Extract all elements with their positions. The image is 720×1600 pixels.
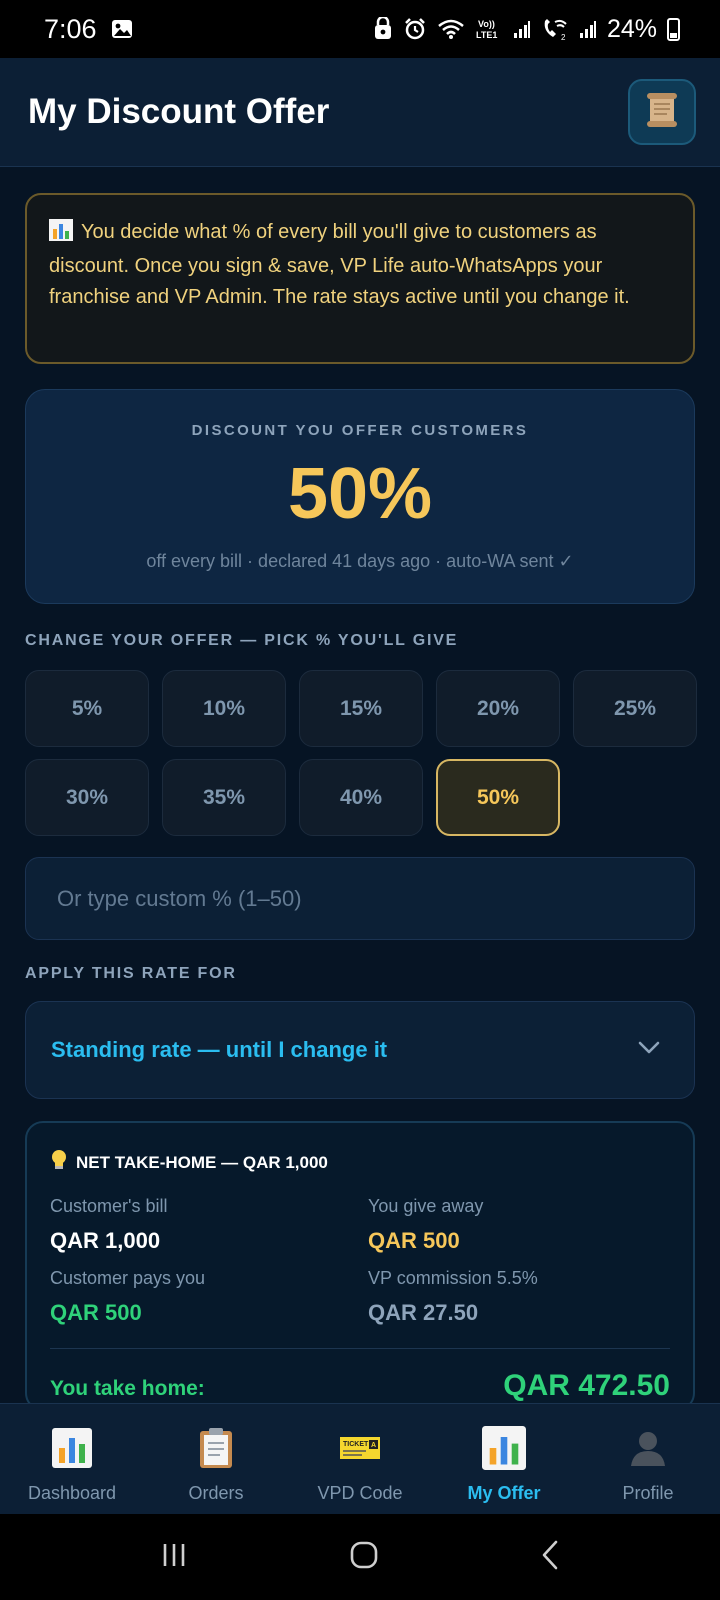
nav-label: Orders xyxy=(188,1483,244,1503)
percent-option-10[interactable]: 10% xyxy=(162,670,286,747)
apply-rate-label: APPLY THIS RATE FOR xyxy=(25,965,237,982)
system-nav-bar xyxy=(0,1514,720,1600)
nav-label: Profile xyxy=(622,1483,674,1503)
volte-icon: Vo)) LTE1 xyxy=(475,17,503,41)
current-discount-card: DISCOUNT YOU OFFER CUSTOMERS 50% off eve… xyxy=(25,389,695,604)
info-notice: You decide what % of every bill you'll g… xyxy=(25,193,695,364)
recent-apps-icon[interactable] xyxy=(160,1541,188,1574)
customer-pays-value: QAR 500 xyxy=(50,1300,142,1325)
page-title: My Discount Offer xyxy=(28,92,330,131)
discount-subtext: off every bill · declared 41 days ago · … xyxy=(146,551,574,571)
back-icon[interactable] xyxy=(540,1539,560,1576)
nav-label: My Offer xyxy=(467,1483,541,1503)
lightbulb-icon xyxy=(50,1149,68,1176)
svg-text:A: A xyxy=(371,1442,376,1449)
customer-bill-value: QAR 1,000 xyxy=(50,1228,161,1253)
svg-text:Vo)): Vo)) xyxy=(478,19,495,29)
give-away-label: You give away xyxy=(368,1196,484,1216)
take-home-label: You take home: xyxy=(50,1377,205,1400)
svg-text:TICKET: TICKET xyxy=(343,1441,369,1448)
net-title: NET TAKE-HOME — QAR 1,000 xyxy=(76,1152,328,1172)
apply-rate-value: Standing rate — until I change it xyxy=(51,1037,388,1062)
status-time: 7:06 xyxy=(44,13,97,44)
svg-text:2: 2 xyxy=(561,33,566,41)
percent-option-20[interactable]: 20% xyxy=(436,670,560,747)
percent-options: 5% 10% 15% 20% 25% 30% 35% 40% 50% xyxy=(25,670,697,836)
nav-profile[interactable]: Profile xyxy=(578,1426,718,1504)
percent-option-5[interactable]: 5% xyxy=(25,670,149,747)
bar-chart-icon xyxy=(52,1426,92,1470)
customer-pays-label: Customer pays you xyxy=(50,1268,206,1288)
app-header: My Discount Offer xyxy=(0,58,720,167)
nav-dashboard[interactable]: Dashboard xyxy=(2,1426,142,1504)
profile-icon xyxy=(629,1426,667,1470)
battery-percent: 24% xyxy=(606,14,657,43)
scroll-button[interactable] xyxy=(628,79,696,145)
discount-value: 50% xyxy=(287,454,433,534)
signal-icon xyxy=(513,19,531,39)
apply-rate-select[interactable]: Standing rate — until I change it xyxy=(25,1001,695,1099)
wifi-icon xyxy=(437,18,465,40)
change-offer-label: CHANGE YOUR OFFER — PICK % YOU'LL GIVE xyxy=(25,632,459,649)
percent-option-50[interactable]: 50% xyxy=(436,759,560,836)
vpn-icon xyxy=(373,17,393,41)
bar-chart-icon xyxy=(49,219,73,251)
take-home-value: QAR 472.50 xyxy=(503,1369,670,1402)
percent-option-15[interactable]: 15% xyxy=(299,670,423,747)
main-content: You decide what % of every bill you'll g… xyxy=(25,193,697,1411)
give-away-value: QAR 500 xyxy=(368,1228,460,1253)
percent-option-30[interactable]: 30% xyxy=(25,759,149,836)
nav-label: VPD Code xyxy=(317,1483,403,1503)
customer-bill-label: Customer's bill xyxy=(50,1196,168,1216)
ticket-icon: TICKET A xyxy=(340,1426,380,1470)
home-icon[interactable] xyxy=(349,1540,379,1575)
battery-icon xyxy=(667,17,680,41)
nav-vpd-code[interactable]: TICKET A VPD Code xyxy=(290,1426,430,1504)
svg-text:LTE1: LTE1 xyxy=(476,30,497,40)
net-take-home-card: NET TAKE-HOME — QAR 1,000 Customer's bil… xyxy=(25,1121,695,1411)
divider xyxy=(50,1348,670,1349)
signal-icon xyxy=(579,19,597,39)
info-text: You decide what % of every bill you'll g… xyxy=(49,221,630,308)
chevron-down-icon xyxy=(638,1041,660,1060)
discount-label: DISCOUNT YOU OFFER CUSTOMERS xyxy=(191,422,529,439)
nav-my-offer[interactable]: My Offer xyxy=(434,1426,574,1504)
custom-percent-input[interactable] xyxy=(25,857,695,940)
percent-option-40[interactable]: 40% xyxy=(299,759,423,836)
alarm-icon xyxy=(403,17,427,41)
bar-chart-icon xyxy=(482,1426,526,1470)
status-bar: 7:06 Vo)) LTE1 2 24% xyxy=(0,0,720,58)
clipboard-icon xyxy=(198,1426,234,1470)
scroll-icon xyxy=(645,91,679,134)
wifi-calling-icon: 2 xyxy=(541,17,569,41)
commission-label: VP commission 5.5% xyxy=(368,1268,538,1288)
percent-option-35[interactable]: 35% xyxy=(162,759,286,836)
nav-orders[interactable]: Orders xyxy=(146,1426,286,1504)
nav-label: Dashboard xyxy=(27,1483,117,1503)
commission-value: QAR 27.50 xyxy=(368,1300,479,1325)
gallery-icon xyxy=(111,19,133,39)
percent-option-25[interactable]: 25% xyxy=(573,670,697,747)
bottom-nav: Dashboard Orders TICKET A VPD Code My Off… xyxy=(0,1403,720,1514)
